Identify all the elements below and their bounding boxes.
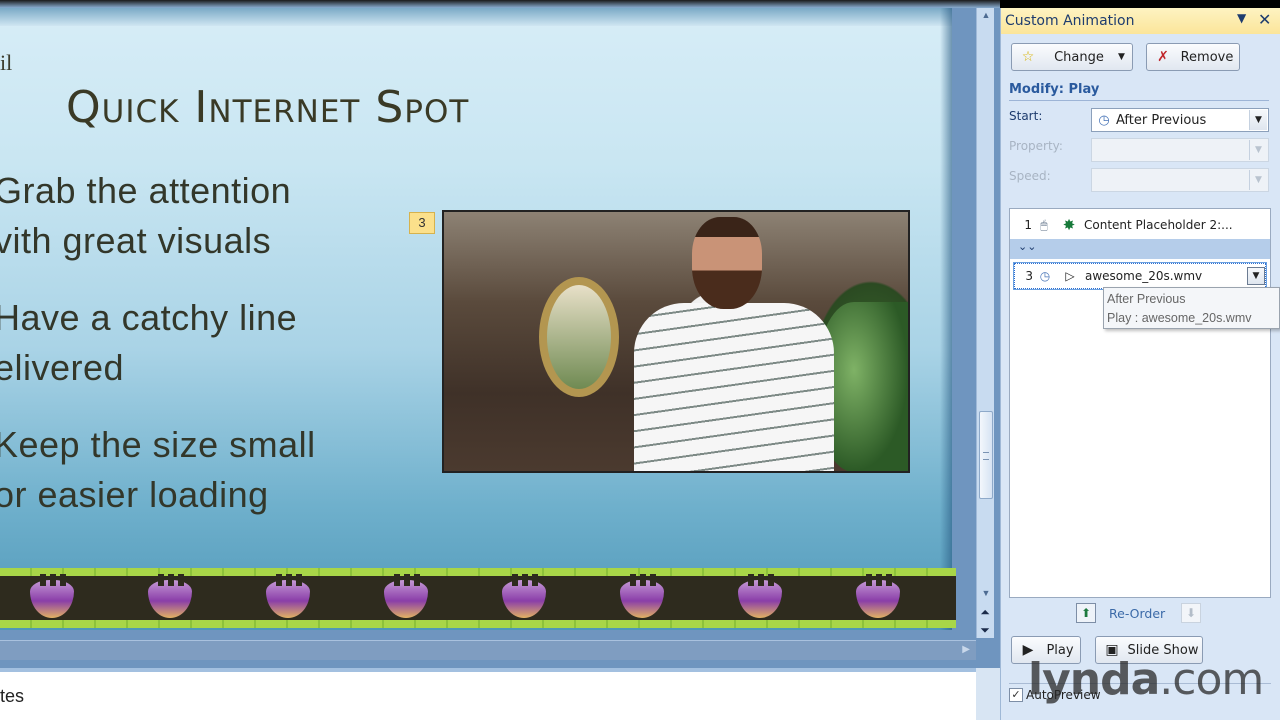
dropdown-triangle-icon[interactable]: ▼ — [1237, 11, 1246, 25]
tulip-icon — [30, 574, 74, 618]
video-frame-person — [634, 217, 834, 471]
animation-order: 3 — [1025, 269, 1033, 283]
notes-scrollbar[interactable] — [976, 668, 1000, 720]
slide-editor: il Quick Internet Spot Grab the attentio… — [0, 0, 1000, 720]
bullet-point[interactable]: Grab the attention vith great visuals — [0, 166, 291, 266]
speed-dropdown: ▼ — [1091, 168, 1269, 192]
green-stripe — [0, 620, 956, 628]
tulip-icon — [384, 574, 428, 618]
bullet-line: Have a catchy line — [0, 297, 298, 338]
start-value: After Previous — [1116, 112, 1207, 128]
tooltip-line: After Previous — [1107, 292, 1186, 306]
notes-placeholder-text: tes — [0, 686, 25, 706]
tulip-icon — [148, 574, 192, 618]
tulip-decoration-band — [0, 568, 956, 628]
chevron-down-icon: ▼ — [1118, 52, 1125, 62]
scroll-right-arrow-icon[interactable]: ▶ — [962, 644, 970, 655]
change-button-label: Change — [1054, 49, 1104, 65]
video-frame-mirror — [539, 277, 619, 397]
remove-effect-icon: ✗ — [1157, 49, 1169, 65]
tooltip-line: Play : awesome_20s.wmv — [1107, 311, 1252, 325]
slide-edge-shade — [940, 8, 952, 630]
reorder-label: Re-Order — [1109, 606, 1166, 621]
chevron-down-icon[interactable]: ▼ — [1247, 267, 1265, 285]
slide-vertical-scrollbar[interactable]: ▲ ▼ — [976, 8, 994, 638]
pane-header: Custom Animation ▼ ✕ — [1001, 8, 1280, 34]
video-frame-shirt — [634, 303, 834, 471]
bullet-point[interactable]: Keep the size small or easier loading — [0, 420, 316, 520]
watermark-suffix: .com — [1159, 654, 1264, 705]
start-dropdown[interactable]: ◷ After Previous ▼ — [1091, 108, 1269, 132]
bullet-line: or easier loading — [0, 474, 269, 515]
slide-horizontal-scrollbar[interactable]: ▶ — [0, 640, 976, 660]
bullet-line: vith great visuals — [0, 220, 272, 261]
animation-name: Content Placeholder 2:... — [1084, 218, 1233, 232]
bullet-line: elivered — [0, 347, 125, 388]
remove-button-label: Remove — [1180, 49, 1234, 65]
entrance-star-icon: ✸ — [1062, 216, 1076, 234]
tulip-icon — [266, 574, 310, 618]
play-triangle-icon: ▷ — [1065, 269, 1075, 283]
lynda-watermark-logo: lynda.com — [1028, 654, 1264, 705]
scrollbar-thumb[interactable] — [979, 411, 993, 499]
move-up-arrow-icon[interactable]: ⬆ — [1076, 603, 1096, 623]
animation-name: awesome_20s.wmv — [1085, 269, 1203, 283]
animation-list-item[interactable]: 1 🖱 ✸ Content Placeholder 2:... — [1014, 212, 1266, 238]
animation-order: 1 — [1024, 218, 1032, 232]
animation-group-bar[interactable]: ⌄⌄ — [1010, 239, 1270, 259]
animation-tooltip: After Previous Play : awesome_20s.wmv — [1103, 287, 1280, 329]
animation-list[interactable]: 1 🖱 ✸ Content Placeholder 2:... ⌄⌄ 3 ◷ ▷… — [1009, 208, 1271, 598]
speed-label: Speed: — [1009, 169, 1051, 183]
chevron-down-icon: ▼ — [1249, 140, 1267, 160]
chevron-down-icon: ▼ — [1249, 170, 1267, 190]
tulip-icon — [502, 574, 546, 618]
bullet-point[interactable]: Have a catchy line elivered — [0, 293, 297, 393]
bullet-line: Keep the size small — [0, 424, 316, 465]
divider — [1009, 100, 1269, 101]
animation-order-tag[interactable]: 3 — [409, 212, 435, 234]
previous-slide-button[interactable]: ⏶ — [977, 606, 993, 618]
scroll-down-arrow-icon[interactable]: ▼ — [977, 588, 995, 598]
checkmark-icon[interactable]: ✓ — [1009, 688, 1023, 702]
remove-effect-button[interactable]: ✗ Remove — [1146, 43, 1240, 71]
close-icon[interactable]: ✕ — [1258, 10, 1271, 29]
video-frame-head — [692, 217, 762, 309]
slide-canvas[interactable]: il Quick Internet Spot Grab the attentio… — [0, 8, 952, 630]
property-dropdown: ▼ — [1091, 138, 1269, 162]
next-slide-button[interactable]: ⏷ — [977, 624, 993, 636]
animation-list-item-selected[interactable]: 3 ◷ ▷ awesome_20s.wmv ▼ — [1013, 262, 1267, 290]
add-effect-star-icon: ☆ — [1021, 49, 1035, 65]
property-label: Property: — [1009, 139, 1063, 153]
change-effect-button[interactable]: ☆ Change ▼ — [1011, 43, 1133, 71]
offscreen-text-fragment: il — [0, 50, 13, 75]
reorder-controls: ⬆ Re-Order ⬇ — [1076, 603, 1236, 625]
start-label: Start: — [1009, 109, 1043, 123]
watermark-brand: lynda — [1028, 654, 1160, 705]
modify-heading: Modify: Play — [1009, 82, 1100, 97]
scroll-up-arrow-icon[interactable]: ▲ — [977, 10, 995, 20]
pane-title: Custom Animation — [1005, 13, 1135, 29]
mouse-click-icon: 🖱 — [1040, 217, 1048, 232]
video-object[interactable] — [442, 210, 910, 473]
slide-title[interactable]: Quick Internet Spot — [66, 82, 469, 133]
bullet-line: Grab the attention — [0, 170, 292, 211]
chevron-down-icon[interactable]: ▼ — [1249, 110, 1267, 130]
window-top-border — [0, 0, 1000, 8]
slide-top-band — [0, 8, 952, 26]
clock-icon: ◷ — [1039, 269, 1051, 283]
clock-icon: ◷ — [1098, 112, 1110, 128]
green-stripe — [0, 568, 956, 576]
tulip-icon — [856, 574, 900, 618]
notes-pane[interactable]: tes — [0, 668, 976, 720]
tulip-icon — [620, 574, 664, 618]
tulip-icon — [738, 574, 782, 618]
move-down-arrow-icon: ⬇ — [1181, 603, 1201, 623]
expand-chevrons-icon[interactable]: ⌄⌄ — [1018, 240, 1036, 253]
custom-animation-pane: Custom Animation ▼ ✕ ☆ Change ▼ ✗ Remove… — [1000, 8, 1280, 720]
